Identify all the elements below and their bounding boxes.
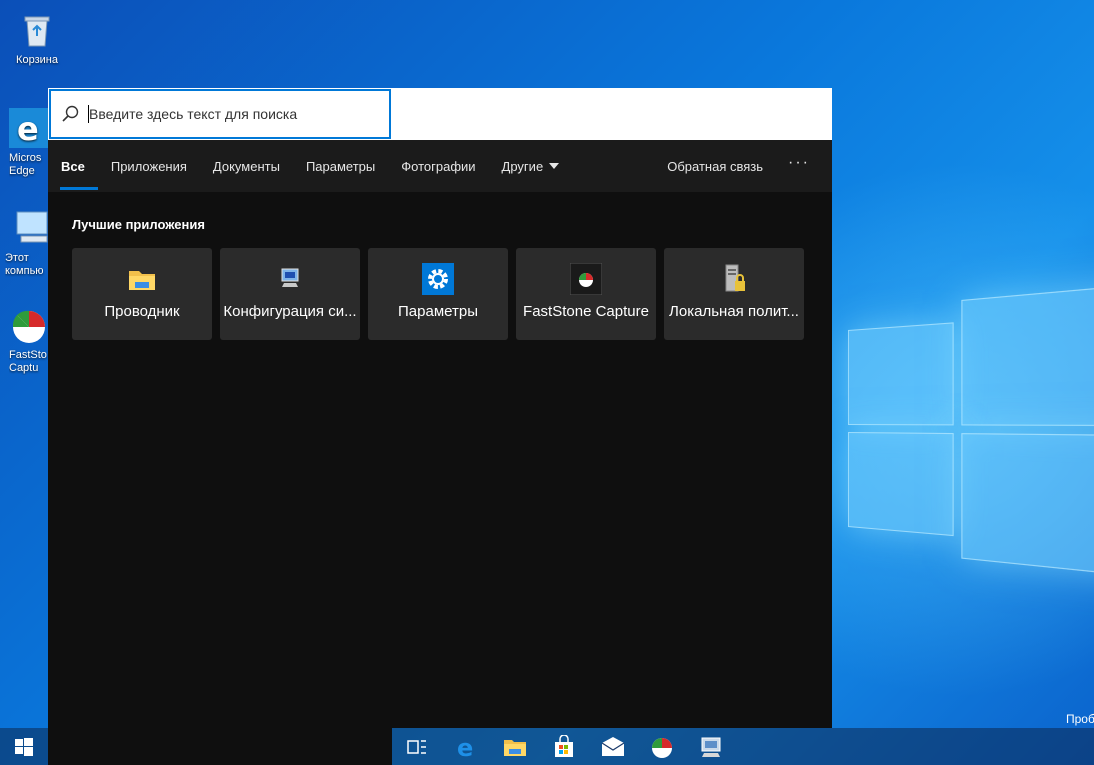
app-tile-explorer[interactable]: Проводник [72, 248, 212, 340]
gear-icon [422, 263, 454, 295]
search-icon [61, 104, 81, 124]
tab-other-label: Другие [502, 159, 544, 174]
svg-text:e: e [17, 110, 39, 148]
search-bar [48, 88, 832, 140]
desktop-icon-this-pc[interactable]: Этот компью [0, 208, 49, 278]
app-tile-label: Локальная полит... [669, 303, 799, 320]
desktop-icon-label: Micros Edge [9, 152, 49, 178]
app-tile-faststone[interactable]: FastStone Capture [516, 248, 656, 340]
search-box[interactable] [49, 89, 391, 139]
app-tile-system-config[interactable]: Конфигурация си... [220, 248, 360, 340]
tab-all[interactable]: Все [48, 140, 98, 192]
best-apps-title: Лучшие приложения [72, 217, 205, 232]
start-button[interactable] [0, 728, 48, 765]
file-explorer-icon[interactable] [503, 735, 527, 759]
taskbar: e [0, 728, 1094, 765]
desktop-icon-label: Этот компью [5, 252, 49, 278]
app-tile-settings[interactable]: Параметры [368, 248, 508, 340]
app-tile-label: Конфигурация си... [223, 303, 356, 320]
desktop-icon-edge[interactable]: e Micros Edge [0, 108, 49, 178]
tab-settings[interactable]: Параметры [293, 140, 388, 192]
desktop-icon-faststone[interactable]: FastSto Captu [0, 305, 49, 375]
edge-icon: e [9, 108, 49, 148]
store-icon[interactable] [552, 735, 576, 759]
faststone-icon [570, 263, 602, 295]
tab-photos[interactable]: Фотографии [388, 140, 488, 192]
desktop-icon-recycle-bin[interactable]: Корзина [1, 10, 73, 67]
search-tabs: Все Приложения Документы Параметры Фотог… [48, 140, 832, 192]
windows-logo-wallpaper [848, 271, 1094, 569]
mail-icon[interactable] [601, 735, 625, 759]
tab-documents[interactable]: Документы [200, 140, 293, 192]
chevron-down-icon [549, 163, 559, 169]
task-view-icon[interactable] [405, 735, 429, 759]
taskbar-search-area[interactable] [48, 728, 392, 765]
search-input[interactable] [89, 106, 379, 122]
feedback-link[interactable]: Обратная связь [654, 140, 776, 192]
more-options-button[interactable]: ··· [776, 140, 832, 192]
folder-icon [126, 263, 158, 295]
app-tile-label: Параметры [398, 303, 478, 320]
tab-other[interactable]: Другие [489, 140, 573, 192]
recycle-bin-icon [17, 10, 57, 50]
app-tile-label: Проводник [104, 303, 179, 320]
desktop-corner-text: Проб [1066, 712, 1094, 726]
search-panel: Все Приложения Документы Параметры Фотог… [48, 88, 832, 728]
faststone-icon[interactable] [650, 735, 674, 759]
desktop-icon-label: Корзина [1, 54, 73, 67]
local-policy-icon [718, 263, 750, 295]
tab-apps[interactable]: Приложения [98, 140, 200, 192]
system-config-icon [274, 263, 306, 295]
app-tile-label: FastStone Capture [523, 303, 649, 320]
desktop-icon-label: FastSto Captu [9, 349, 49, 375]
edge-icon[interactable]: e [455, 735, 479, 759]
svg-text:e: e [457, 735, 473, 759]
windows-icon [15, 738, 33, 756]
app-tile-local-policy[interactable]: Локальная полит... [664, 248, 804, 340]
system-config-icon[interactable] [699, 735, 723, 759]
computer-icon [11, 208, 51, 248]
best-apps-list: Проводник Конфигурация си... Параметры F… [72, 248, 804, 340]
faststone-icon [9, 305, 49, 345]
